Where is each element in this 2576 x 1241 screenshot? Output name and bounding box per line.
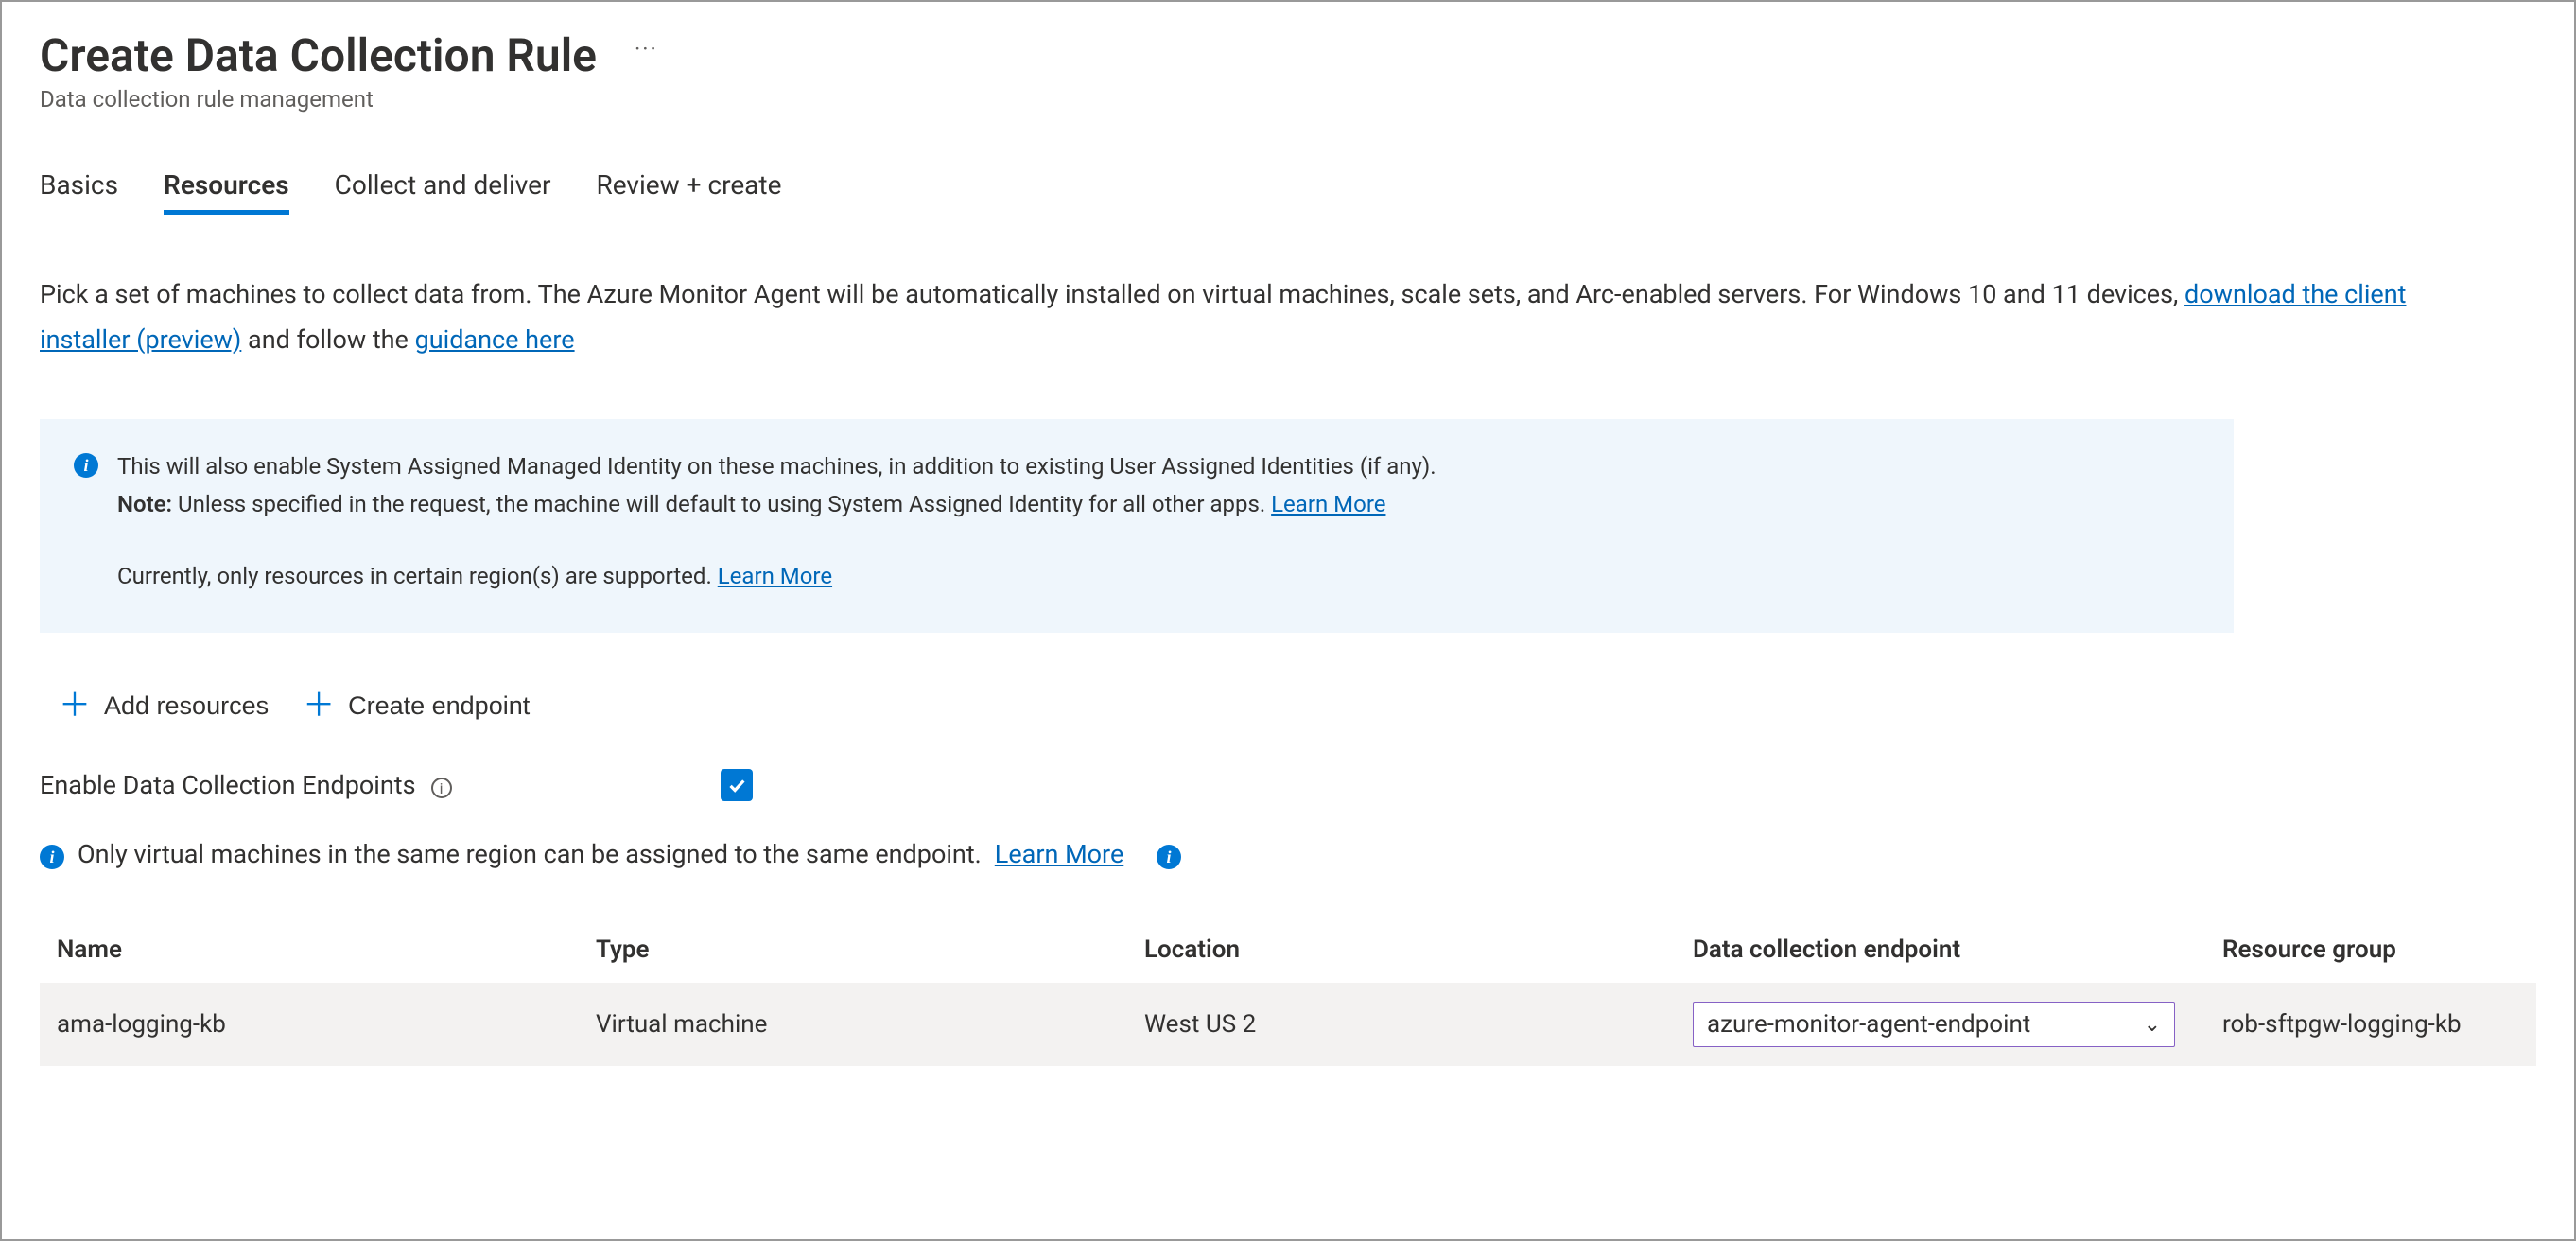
info-line1: This will also enable System Assigned Ma… [117,453,1436,480]
dce-selected-value: azure-monitor-agent-endpoint [1707,1010,2030,1039]
table-row[interactable]: ama-logging-kb Virtual machine West US 2… [40,983,2536,1066]
check-icon [726,775,747,795]
cell-type: Virtual machine [596,1010,1144,1039]
dce-select[interactable]: azure-monitor-agent-endpoint ⌄ [1693,1002,2175,1047]
create-endpoint-label: Create endpoint [348,691,530,721]
page-title: Create Data Collection Rule [40,28,597,82]
tab-collect-deliver[interactable]: Collect and deliver [335,169,551,215]
info-line2: Currently, only resources in certain reg… [117,563,718,589]
info-icon: i [1157,845,1181,869]
col-location: Location [1144,935,1693,964]
info-learn-more-1[interactable]: Learn More [1271,491,1385,517]
plus-icon: ＋ [59,690,91,722]
intro-text: Pick a set of machines to collect data f… [40,271,2423,362]
enable-dce-row: Enable Data Collection Endpoints i [40,769,2536,801]
info-note-label: Note: [117,491,172,517]
more-actions-icon[interactable]: ··· [635,36,658,62]
col-dce: Data collection endpoint [1693,935,2222,964]
endpoint-learn-more-link[interactable]: Learn More [995,839,1124,869]
enable-dce-checkbox[interactable] [721,769,753,801]
info-icon: i [40,845,64,869]
help-icon[interactable]: i [431,778,452,798]
add-resources-button[interactable]: ＋ Add resources [59,690,269,722]
cell-name: ama-logging-kb [57,1010,596,1039]
info-learn-more-2[interactable]: Learn More [718,563,832,589]
intro-part2: and follow the [248,324,415,355]
cell-location: West US 2 [1144,1010,1693,1039]
tab-review-create[interactable]: Review + create [596,169,781,215]
info-icon: i [74,453,98,478]
info-box: i This will also enable System Assigned … [40,419,2234,633]
endpoint-note: i Only virtual machines in the same regi… [40,839,2536,869]
endpoint-note-text: Only virtual machines in the same region… [78,839,982,869]
info-note-text: Unless specified in the request, the mac… [178,491,1271,517]
enable-dce-label: Enable Data Collection Endpoints [40,770,416,800]
plus-icon: ＋ [303,690,335,722]
cell-rg: rob-sftpgw-logging-kb [2222,1010,2519,1039]
table-header: Name Type Location Data collection endpo… [40,917,2536,983]
page-subtitle: Data collection rule management [40,86,2536,113]
action-bar: ＋ Add resources ＋ Create endpoint [40,690,2536,722]
tab-resources[interactable]: Resources [164,169,289,215]
info-body: This will also enable System Assigned Ma… [117,447,1436,595]
tab-basics[interactable]: Basics [40,169,118,215]
col-type: Type [596,935,1144,964]
create-endpoint-button[interactable]: ＋ Create endpoint [303,690,530,722]
chevron-down-icon: ⌄ [2144,1013,2161,1037]
guidance-link[interactable]: guidance here [415,324,575,355]
add-resources-label: Add resources [104,691,269,721]
resources-table: Name Type Location Data collection endpo… [40,917,2536,1066]
wizard-tabs: Basics Resources Collect and deliver Rev… [40,169,2536,215]
col-rg: Resource group [2222,935,2519,964]
intro-part1: Pick a set of machines to collect data f… [40,279,2184,309]
col-name: Name [57,935,596,964]
